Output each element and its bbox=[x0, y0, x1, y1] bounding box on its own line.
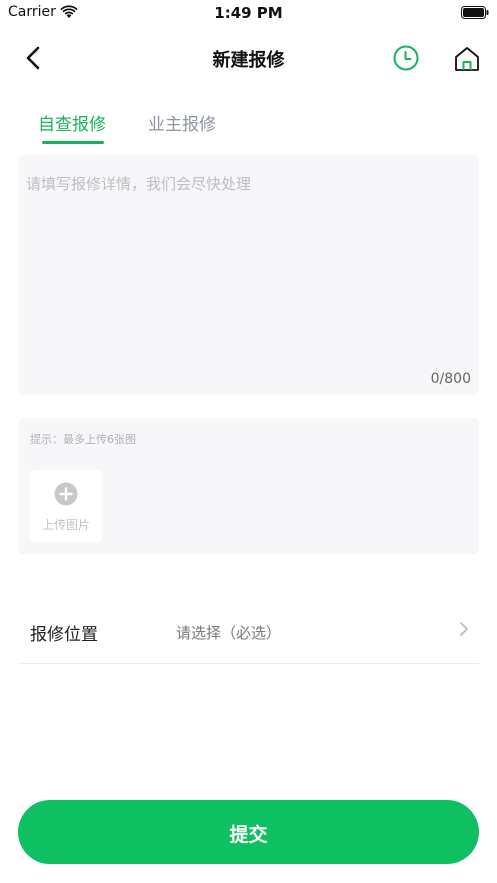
status-bar: Carrier 1:49 PM bbox=[0, 0, 497, 26]
tab-bar: 自查报修 业主报修 bbox=[0, 110, 497, 146]
tab-owner-repair[interactable]: 业主报修 bbox=[148, 110, 216, 135]
upload-hint: 提示：最多上传6张图 bbox=[30, 433, 136, 446]
navigation-bar: 新建报修 bbox=[0, 36, 497, 80]
status-time: 1:49 PM bbox=[214, 4, 283, 22]
description-placeholder: 请填写报修详情，我们会尽快处理 bbox=[26, 175, 252, 193]
repair-description-input[interactable]: 请填写报修详情，我们会尽快处理 0/800 bbox=[18, 155, 479, 395]
tab-self-check-repair[interactable]: 自查报修 bbox=[38, 110, 106, 135]
add-circle-icon bbox=[54, 482, 78, 506]
image-upload-section: 提示：最多上传6张图 上传图片 bbox=[18, 418, 479, 554]
battery-icon bbox=[461, 6, 489, 19]
repair-location-row[interactable]: 报修位置 请选择（必选） bbox=[18, 598, 479, 664]
upload-image-button[interactable]: 上传图片 bbox=[30, 470, 102, 542]
character-counter: 0/800 bbox=[430, 371, 471, 387]
chevron-right-icon bbox=[460, 622, 468, 636]
page-title: 新建报修 bbox=[212, 50, 285, 71]
clock-icon[interactable] bbox=[392, 44, 420, 72]
active-tab-indicator bbox=[42, 141, 104, 144]
repair-location-value: 请选择（必选） bbox=[176, 624, 282, 642]
upload-image-label: 上传图片 bbox=[41, 518, 90, 532]
repair-location-label: 报修位置 bbox=[30, 625, 98, 645]
home-icon[interactable] bbox=[452, 44, 482, 74]
submit-button[interactable]: 提交 bbox=[18, 800, 479, 864]
submit-button-label: 提交 bbox=[229, 825, 268, 846]
